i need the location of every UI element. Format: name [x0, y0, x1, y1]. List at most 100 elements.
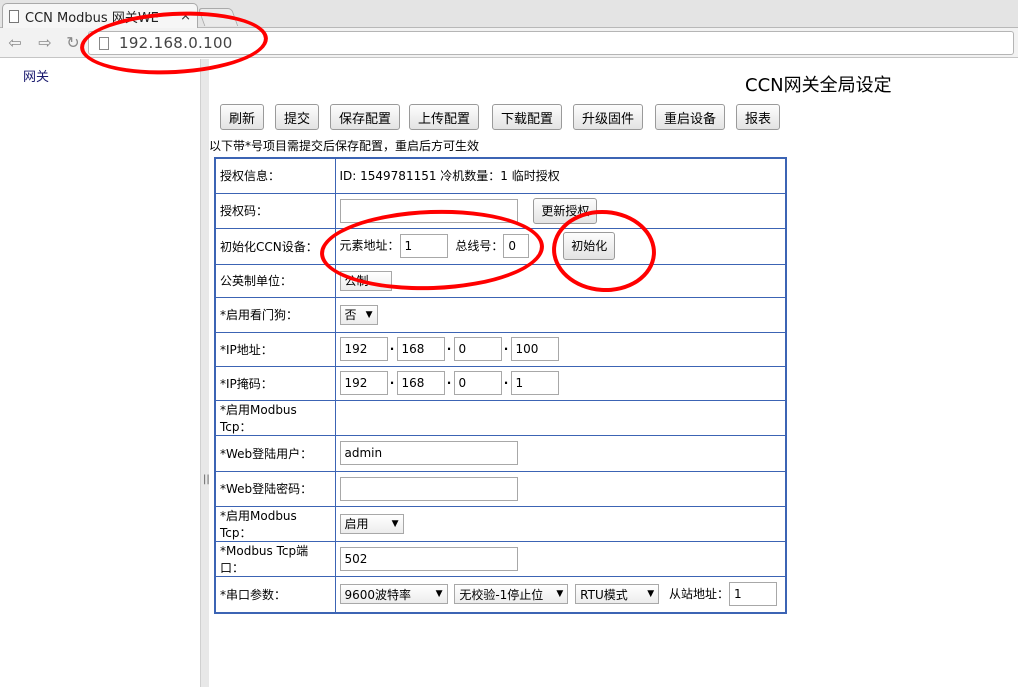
units-label: 公英制单位：	[214, 263, 336, 298]
units-cell: 公制	[334, 263, 787, 298]
new-tab-button[interactable]	[197, 8, 239, 26]
download-config-button[interactable]: 下载配置	[492, 104, 563, 130]
mask-octet-4-input[interactable]: 1	[510, 371, 559, 395]
mask-octet-2-input[interactable]: 168	[396, 371, 445, 395]
ip-mask-cell: 192 · 168 · 0 · 1	[334, 365, 787, 401]
web-password-cell	[334, 470, 787, 507]
slave-address-label: 从站地址：	[668, 586, 729, 601]
license-info-value: ID: 1549781151 冷机数量：1 临时授权	[334, 157, 787, 194]
web-user-input[interactable]: admin	[339, 441, 518, 465]
chevron-down-icon: ▼	[365, 309, 373, 320]
parity-select[interactable]: 无校验-1停止位 ▼	[454, 584, 569, 605]
dot-separator: ·	[503, 341, 509, 356]
ip-octet-3-input[interactable]: 0	[453, 337, 502, 361]
web-password-label: *Web登陆密码：	[214, 470, 336, 507]
chevron-down-icon: ▼	[647, 589, 655, 600]
page-icon	[9, 10, 19, 23]
sidebar-link-gateway[interactable]: 网关	[23, 66, 49, 85]
dot-separator: ·	[446, 375, 452, 390]
modbus-tcp-enable-2-cell: 启用 ▼	[334, 505, 787, 542]
save-config-button[interactable]: 保存配置	[330, 104, 401, 130]
ip-octet-4-input[interactable]: 100	[510, 337, 559, 361]
mask-octet-1-input[interactable]: 192	[339, 371, 388, 395]
settings-table: 授权信息： ID: 1549781151 冷机数量：1 临时授权 授权码： 更新…	[214, 157, 787, 614]
forward-icon[interactable]: ⇨	[34, 33, 56, 53]
license-code-label: 授权码：	[214, 192, 336, 229]
dot-separator: ·	[446, 341, 452, 356]
initialize-button[interactable]: 初始化	[563, 232, 616, 260]
upload-config-button[interactable]: 上传配置	[409, 104, 480, 130]
browser-tab[interactable]: CCN Modbus 网关WE ×	[2, 3, 198, 29]
close-icon[interactable]: ×	[180, 9, 191, 24]
ip-octet-1-input[interactable]: 192	[339, 337, 388, 361]
table-row: *Web登陆密码：	[214, 470, 787, 507]
units-select[interactable]: 公制	[339, 270, 392, 291]
dot-separator: ·	[503, 375, 509, 390]
baud-rate-select[interactable]: 9600波特率 ▼	[339, 584, 448, 605]
mask-octet-3-input[interactable]: 0	[453, 371, 502, 395]
report-button[interactable]: 报表	[736, 104, 781, 130]
watchdog-select[interactable]: 否 ▼	[339, 304, 378, 325]
table-row: *启用Modbus Tcp：	[214, 399, 787, 436]
watchdog-label: *启用看门狗：	[214, 296, 336, 333]
mode-select[interactable]: RTU模式 ▼	[575, 584, 660, 605]
refresh-button[interactable]: 刷新	[220, 104, 265, 130]
bus-number-label: 总线号：	[455, 238, 504, 253]
ip-octet-2-input[interactable]: 168	[396, 337, 445, 361]
watchdog-value: 否	[344, 308, 357, 322]
ip-mask-label: *IP掩码：	[214, 365, 336, 401]
element-address-label: 元素地址：	[339, 238, 400, 253]
table-row: 授权码： 更新授权	[214, 192, 787, 229]
left-frame: 网关	[0, 59, 200, 687]
init-ccn-cell: 元素地址： 1 总线号： 0 初始化	[334, 227, 787, 265]
web-user-cell: admin	[334, 434, 787, 472]
modbus-tcp-enable-cell	[334, 399, 787, 436]
element-address-input[interactable]: 1	[399, 234, 448, 258]
modbus-tcp-enable-label: *启用Modbus Tcp：	[214, 399, 336, 436]
table-row: *IP掩码： 192 · 168 · 0 · 1	[214, 365, 787, 401]
serial-params-cell: 9600波特率 ▼ 无校验-1停止位 ▼ RTU模式 ▼ 从站地址： 1	[334, 575, 787, 614]
mode-value: RTU模式	[580, 587, 628, 602]
dot-separator: ·	[389, 375, 395, 390]
submit-button[interactable]: 提交	[275, 104, 320, 130]
table-row: 初始化CCN设备： 元素地址： 1 总线号： 0 初始化	[214, 227, 787, 265]
web-user-label: *Web登陆用户：	[214, 434, 336, 472]
web-password-input[interactable]	[339, 476, 518, 501]
table-row: *串口参数： 9600波特率 ▼ 无校验-1停止位 ▼ RTU模式 ▼ 从站地址： 1	[214, 575, 787, 614]
modbus-port-cell: 502	[334, 540, 787, 577]
browser-toolbar: ⇦ ⇨ ↻ 192.168.0.100	[0, 28, 1018, 58]
chevron-down-icon: ▼	[556, 589, 564, 600]
license-code-input[interactable]	[339, 198, 518, 223]
units-value: 公制	[344, 274, 369, 288]
bus-number-input[interactable]: 0	[503, 234, 530, 258]
table-row: *Web登陆用户： admin	[214, 434, 787, 472]
update-license-button[interactable]: 更新授权	[533, 197, 598, 224]
modbus-tcp-enable-select[interactable]: 启用 ▼	[339, 513, 404, 534]
table-row: 授权信息： ID: 1549781151 冷机数量：1 临时授权	[214, 157, 787, 194]
restart-device-button[interactable]: 重启设备	[655, 104, 726, 130]
upgrade-firmware-button[interactable]: 升级固件	[573, 104, 644, 130]
url-text: 192.168.0.100	[119, 34, 233, 52]
frame-splitter[interactable]: ||	[200, 59, 210, 687]
table-row: *启用看门狗： 否 ▼	[214, 296, 787, 333]
modbus-port-label: *Modbus Tcp端口：	[214, 540, 336, 577]
config-note: 以下带*号项目需提交后保存配置，重启后方可生效	[209, 139, 480, 153]
page-icon	[99, 36, 109, 50]
watchdog-cell: 否 ▼	[334, 296, 787, 333]
modbus-port-input[interactable]: 502	[339, 546, 518, 571]
tab-title: CCN Modbus 网关WE	[25, 11, 159, 26]
modbus-tcp-enable-value: 启用	[344, 517, 369, 531]
slave-address-input[interactable]: 1	[729, 582, 777, 607]
address-bar[interactable]: 192.168.0.100	[88, 31, 1014, 55]
page-title: CCN网关全局设定	[745, 75, 892, 96]
license-info-label: 授权信息：	[214, 157, 336, 194]
ip-address-cell: 192 · 168 · 0 · 100	[334, 331, 787, 367]
dot-separator: ·	[389, 341, 395, 356]
init-ccn-label: 初始化CCN设备：	[214, 227, 336, 265]
reload-icon[interactable]: ↻	[62, 33, 84, 53]
table-row: 公英制单位： 公制	[214, 263, 787, 298]
chevron-down-icon: ▼	[435, 589, 443, 600]
table-row: *Modbus Tcp端口： 502	[214, 540, 787, 577]
back-icon[interactable]: ⇦	[4, 33, 26, 53]
parity-value: 无校验-1停止位	[459, 587, 544, 602]
